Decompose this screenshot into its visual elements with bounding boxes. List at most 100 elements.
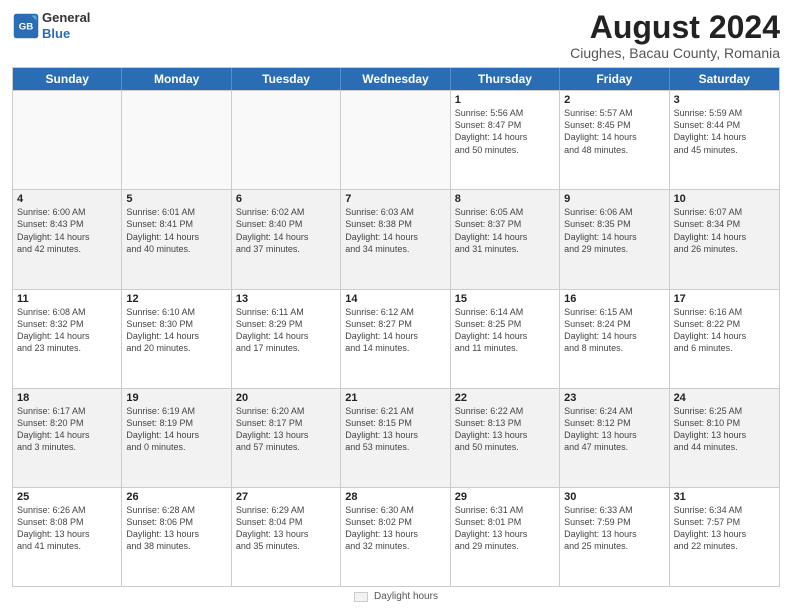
day-number: 30 [564,491,664,503]
day-number: 8 [455,193,555,205]
day-number: 12 [126,293,226,305]
cal-cell: 16Sunrise: 6:15 AM Sunset: 8:24 PM Dayli… [560,290,669,388]
day-info: Sunrise: 6:34 AM Sunset: 7:57 PM Dayligh… [674,504,775,553]
day-number: 21 [345,392,445,404]
day-number: 16 [564,293,664,305]
day-info: Sunrise: 6:28 AM Sunset: 8:06 PM Dayligh… [126,504,226,553]
day-number: 13 [236,293,336,305]
cal-week-2: 4Sunrise: 6:00 AM Sunset: 8:43 PM Daylig… [13,189,779,288]
cal-cell: 17Sunrise: 6:16 AM Sunset: 8:22 PM Dayli… [670,290,779,388]
footer: Daylight hours [12,587,780,604]
cal-cell: 10Sunrise: 6:07 AM Sunset: 8:34 PM Dayli… [670,190,779,288]
day-info: Sunrise: 6:19 AM Sunset: 8:19 PM Dayligh… [126,405,226,454]
day-number: 11 [17,293,117,305]
day-info: Sunrise: 5:56 AM Sunset: 8:47 PM Dayligh… [455,107,555,156]
cal-cell: 3Sunrise: 5:59 AM Sunset: 8:44 PM Daylig… [670,91,779,189]
cal-header-wednesday: Wednesday [341,68,450,90]
calendar-body: 1Sunrise: 5:56 AM Sunset: 8:47 PM Daylig… [13,90,779,586]
day-number: 20 [236,392,336,404]
cal-cell [13,91,122,189]
day-number: 18 [17,392,117,404]
day-number: 24 [674,392,775,404]
cal-cell: 4Sunrise: 6:00 AM Sunset: 8:43 PM Daylig… [13,190,122,288]
day-number: 6 [236,193,336,205]
cal-week-3: 11Sunrise: 6:08 AM Sunset: 8:32 PM Dayli… [13,289,779,388]
day-info: Sunrise: 6:12 AM Sunset: 8:27 PM Dayligh… [345,306,445,355]
title-block: August 2024 Ciughes, Bacau County, Roman… [570,10,780,61]
logo: GB General Blue [12,10,90,41]
day-number: 9 [564,193,664,205]
day-info: Sunrise: 6:21 AM Sunset: 8:15 PM Dayligh… [345,405,445,454]
day-info: Sunrise: 6:03 AM Sunset: 8:38 PM Dayligh… [345,206,445,255]
cal-cell: 26Sunrise: 6:28 AM Sunset: 8:06 PM Dayli… [122,488,231,586]
footer-legend-box [354,592,368,602]
day-info: Sunrise: 6:33 AM Sunset: 7:59 PM Dayligh… [564,504,664,553]
page-container: GB General Blue August 2024 Ciughes, Bac… [0,0,792,612]
cal-cell: 2Sunrise: 5:57 AM Sunset: 8:45 PM Daylig… [560,91,669,189]
day-number: 14 [345,293,445,305]
day-info: Sunrise: 6:11 AM Sunset: 8:29 PM Dayligh… [236,306,336,355]
cal-header-monday: Monday [122,68,231,90]
calendar: SundayMondayTuesdayWednesdayThursdayFrid… [12,67,780,587]
day-info: Sunrise: 5:59 AM Sunset: 8:44 PM Dayligh… [674,107,775,156]
cal-cell [232,91,341,189]
cal-header-thursday: Thursday [451,68,560,90]
day-info: Sunrise: 6:02 AM Sunset: 8:40 PM Dayligh… [236,206,336,255]
cal-cell: 19Sunrise: 6:19 AM Sunset: 8:19 PM Dayli… [122,389,231,487]
logo-icon: GB [12,12,40,40]
cal-cell: 31Sunrise: 6:34 AM Sunset: 7:57 PM Dayli… [670,488,779,586]
cal-cell: 23Sunrise: 6:24 AM Sunset: 8:12 PM Dayli… [560,389,669,487]
day-info: Sunrise: 6:20 AM Sunset: 8:17 PM Dayligh… [236,405,336,454]
cal-cell: 15Sunrise: 6:14 AM Sunset: 8:25 PM Dayli… [451,290,560,388]
day-info: Sunrise: 6:29 AM Sunset: 8:04 PM Dayligh… [236,504,336,553]
day-number: 29 [455,491,555,503]
logo-text: General Blue [42,10,90,41]
day-number: 17 [674,293,775,305]
logo-line2: Blue [42,26,90,42]
day-info: Sunrise: 6:08 AM Sunset: 8:32 PM Dayligh… [17,306,117,355]
cal-header-saturday: Saturday [670,68,779,90]
day-number: 25 [17,491,117,503]
svg-text:GB: GB [19,21,33,32]
day-info: Sunrise: 6:05 AM Sunset: 8:37 PM Dayligh… [455,206,555,255]
day-number: 27 [236,491,336,503]
day-number: 15 [455,293,555,305]
cal-header-sunday: Sunday [13,68,122,90]
cal-cell: 29Sunrise: 6:31 AM Sunset: 8:01 PM Dayli… [451,488,560,586]
main-title: August 2024 [570,10,780,45]
day-info: Sunrise: 6:10 AM Sunset: 8:30 PM Dayligh… [126,306,226,355]
day-number: 31 [674,491,775,503]
day-info: Sunrise: 6:26 AM Sunset: 8:08 PM Dayligh… [17,504,117,553]
subtitle: Ciughes, Bacau County, Romania [570,45,780,61]
cal-cell: 18Sunrise: 6:17 AM Sunset: 8:20 PM Dayli… [13,389,122,487]
cal-cell: 30Sunrise: 6:33 AM Sunset: 7:59 PM Dayli… [560,488,669,586]
calendar-header: SundayMondayTuesdayWednesdayThursdayFrid… [13,68,779,90]
cal-cell: 25Sunrise: 6:26 AM Sunset: 8:08 PM Dayli… [13,488,122,586]
cal-cell: 24Sunrise: 6:25 AM Sunset: 8:10 PM Dayli… [670,389,779,487]
cal-cell: 20Sunrise: 6:20 AM Sunset: 8:17 PM Dayli… [232,389,341,487]
day-info: Sunrise: 6:15 AM Sunset: 8:24 PM Dayligh… [564,306,664,355]
day-info: Sunrise: 5:57 AM Sunset: 8:45 PM Dayligh… [564,107,664,156]
cal-cell: 13Sunrise: 6:11 AM Sunset: 8:29 PM Dayli… [232,290,341,388]
cal-header-friday: Friday [560,68,669,90]
day-number: 19 [126,392,226,404]
day-number: 4 [17,193,117,205]
footer-label: Daylight hours [374,591,438,602]
cal-week-4: 18Sunrise: 6:17 AM Sunset: 8:20 PM Dayli… [13,388,779,487]
day-info: Sunrise: 6:06 AM Sunset: 8:35 PM Dayligh… [564,206,664,255]
cal-cell: 22Sunrise: 6:22 AM Sunset: 8:13 PM Dayli… [451,389,560,487]
day-info: Sunrise: 6:01 AM Sunset: 8:41 PM Dayligh… [126,206,226,255]
cal-cell: 14Sunrise: 6:12 AM Sunset: 8:27 PM Dayli… [341,290,450,388]
day-number: 23 [564,392,664,404]
day-info: Sunrise: 6:25 AM Sunset: 8:10 PM Dayligh… [674,405,775,454]
cal-cell: 12Sunrise: 6:10 AM Sunset: 8:30 PM Dayli… [122,290,231,388]
cal-cell: 1Sunrise: 5:56 AM Sunset: 8:47 PM Daylig… [451,91,560,189]
day-number: 2 [564,94,664,106]
cal-cell: 5Sunrise: 6:01 AM Sunset: 8:41 PM Daylig… [122,190,231,288]
day-number: 7 [345,193,445,205]
cal-cell: 8Sunrise: 6:05 AM Sunset: 8:37 PM Daylig… [451,190,560,288]
day-number: 3 [674,94,775,106]
day-number: 22 [455,392,555,404]
cal-cell: 11Sunrise: 6:08 AM Sunset: 8:32 PM Dayli… [13,290,122,388]
day-info: Sunrise: 6:24 AM Sunset: 8:12 PM Dayligh… [564,405,664,454]
